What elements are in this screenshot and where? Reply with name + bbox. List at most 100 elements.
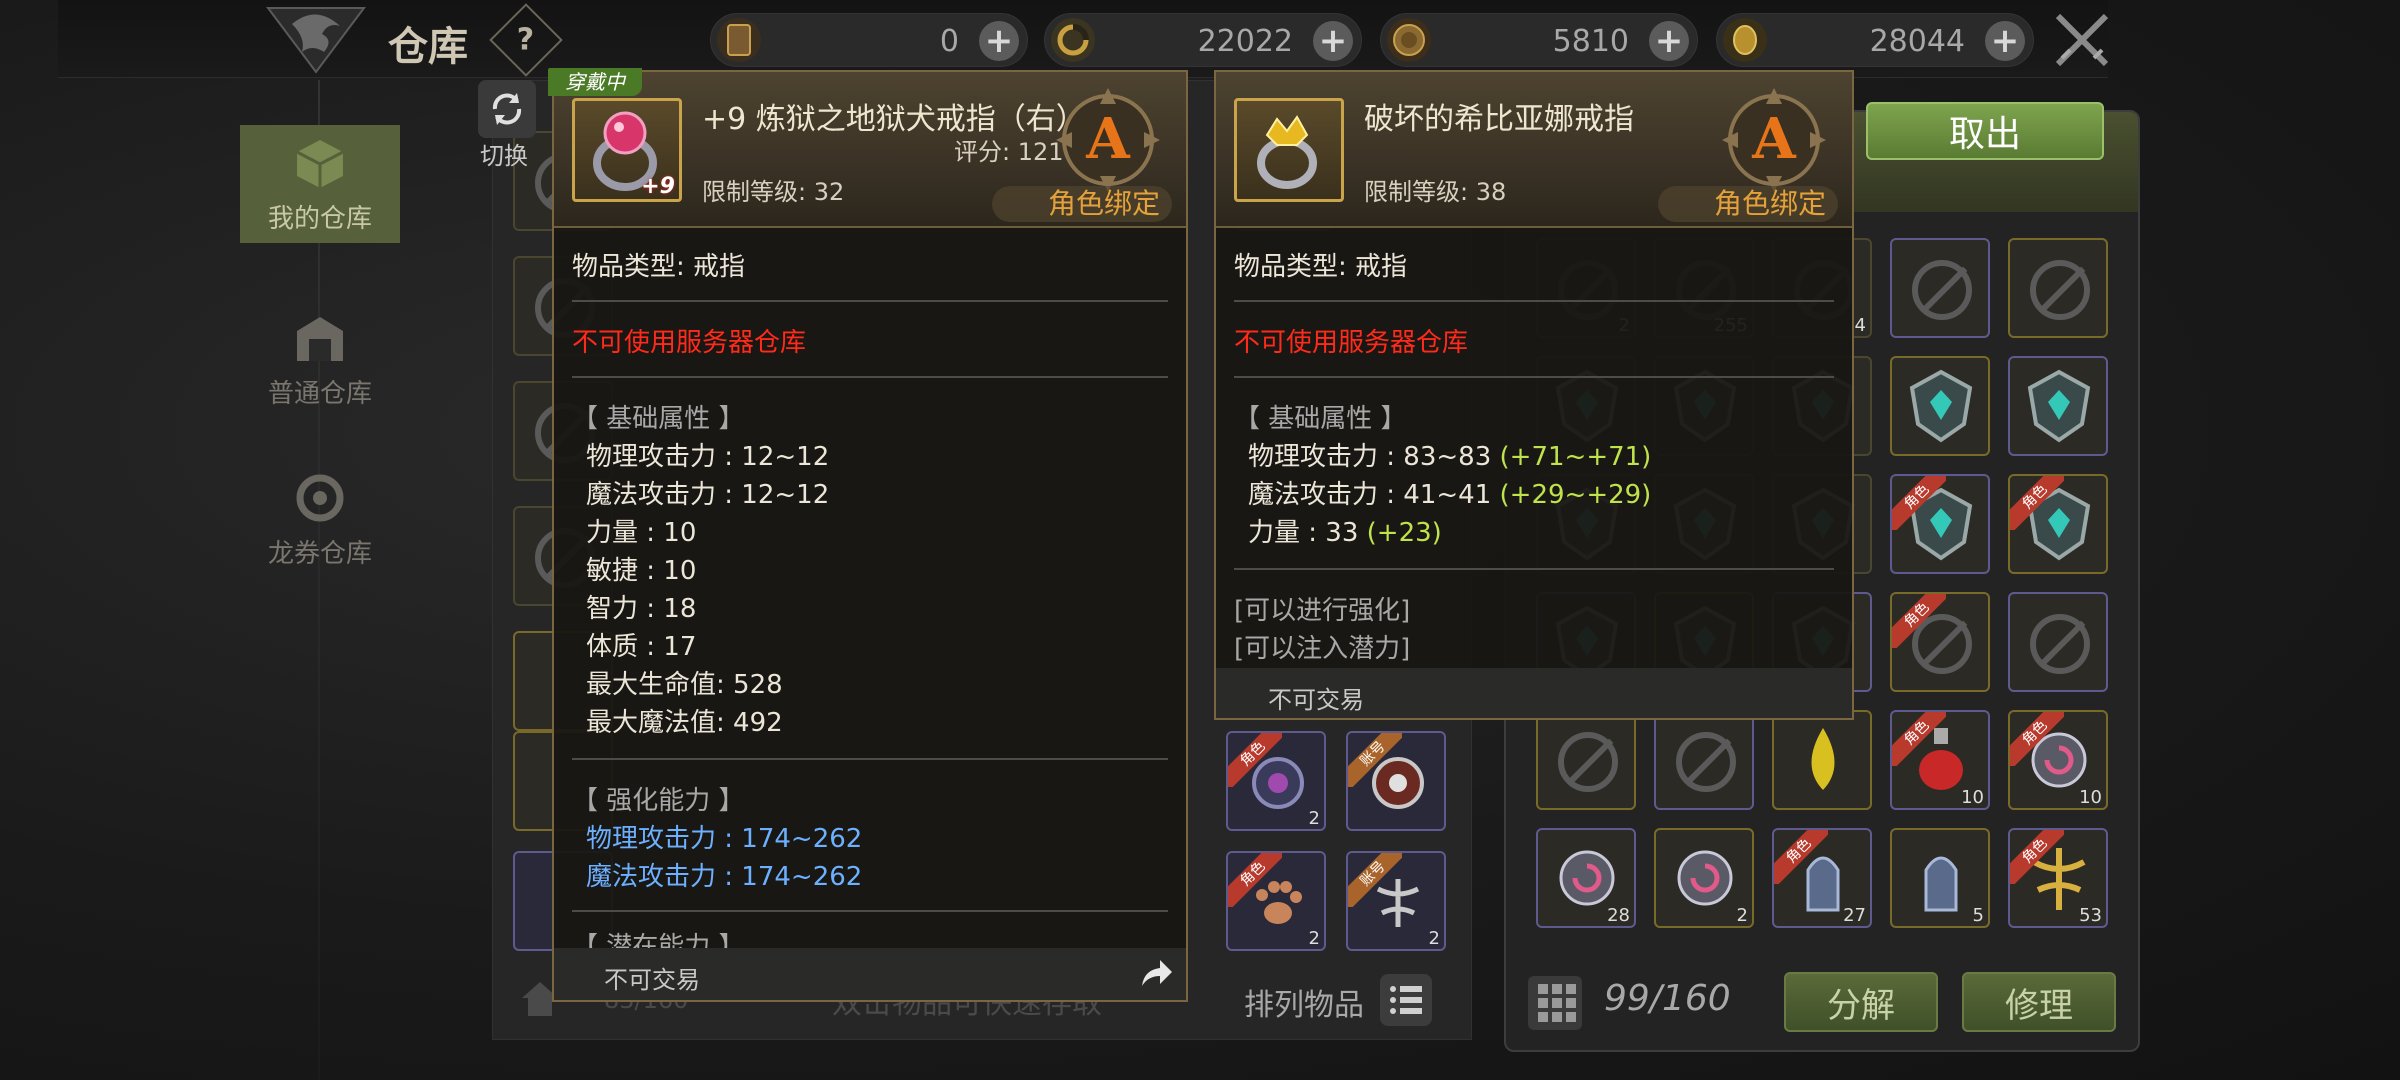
server-warehouse-warning: 不可使用服务器仓库	[1234, 328, 1469, 358]
currency-medal: 5810 +	[1380, 13, 1698, 67]
bag-slot[interactable]	[1890, 238, 1990, 338]
take-out-button[interactable]: 取出	[1866, 102, 2104, 160]
bag-slot[interactable]	[2008, 592, 2108, 692]
warehouse-building-icon	[297, 317, 343, 361]
trade-status: 不可交易	[604, 966, 700, 994]
storage-slot[interactable]: 角色 2	[1226, 731, 1326, 831]
base-stats-header: 【 基础属性 】	[1234, 404, 1407, 434]
sort-list-button[interactable]	[1380, 974, 1432, 1026]
nav-item-dragon-voucher-warehouse[interactable]: 龙券仓库	[240, 460, 400, 578]
bag-footer: 99/160 分解 修理	[1504, 958, 2140, 1052]
swirl-coin-icon	[296, 474, 344, 522]
character-bound-ribbon: 角色	[1892, 594, 1946, 648]
bind-status: 角色绑定	[992, 186, 1172, 222]
wearing-badge: 穿戴中	[548, 68, 642, 96]
stat-line: 最大生命值: 528	[586, 670, 783, 700]
storage-slot[interactable]: 账号	[1346, 731, 1446, 831]
bag-slot[interactable]: 5	[1890, 828, 1990, 928]
slot-count: 2	[1308, 928, 1320, 949]
bag-slot[interactable]	[1772, 710, 1872, 810]
add-card-button[interactable]: +	[979, 21, 1019, 61]
stat-diff: (+71~+71)	[1499, 442, 1652, 472]
slot-count: 10	[1961, 787, 1984, 808]
character-bound-ribbon: 角色	[1892, 476, 1946, 530]
enhance-stats-header: 【 强化能力 】	[572, 786, 745, 816]
slot-count: 4	[1854, 315, 1866, 336]
currency-card: 0 +	[710, 13, 1028, 67]
stat-line: 最大魔法值: 492	[586, 708, 783, 738]
gold-coin-icon	[1723, 18, 1767, 62]
slot-count: 10	[2079, 787, 2102, 808]
stat-diff: (+29~+29)	[1499, 480, 1652, 510]
add-gold-button[interactable]: +	[1985, 21, 2025, 61]
slot-count: 53	[2079, 905, 2102, 926]
bag-slot[interactable]: 角色	[2008, 474, 2108, 574]
empty-slot-icon	[1676, 732, 1736, 792]
bag-slot[interactable]	[1654, 710, 1754, 810]
bronze-medal-icon	[1387, 18, 1431, 62]
server-warehouse-warning: 不可使用服务器仓库	[572, 328, 807, 358]
add-medal-button[interactable]: +	[1649, 21, 1689, 61]
bag-slot[interactable]: 角色 10	[1890, 710, 1990, 810]
nav-item-normal-warehouse[interactable]: 普通仓库	[240, 300, 400, 418]
svg-text:A: A	[1085, 106, 1131, 172]
character-bound-ribbon: 角色	[2010, 830, 2064, 884]
bag-slot[interactable]: 角色	[1890, 474, 1990, 574]
spiral-charm-icon	[1677, 850, 1733, 906]
gold-ring-icon	[1257, 115, 1317, 189]
potential-note: [可以注入潜力]	[1234, 634, 1411, 664]
sort-items-label: 排列物品	[1244, 988, 1364, 1023]
grade-a-icon: A	[1056, 88, 1160, 192]
trade-status: 不可交易	[1268, 686, 1364, 714]
close-swords-icon[interactable]	[2052, 10, 2112, 70]
empty-slot-icon	[2030, 260, 2090, 320]
currency-swirl-value: 22022	[1197, 24, 1293, 59]
compare-item-tooltip: 破坏的希比亚娜戒指 限制等级: 38 A 角色绑定 物品类型: 戒指 不可使用服…	[1214, 70, 1854, 720]
refresh-icon	[492, 93, 522, 125]
add-swirl-button[interactable]: +	[1313, 21, 1353, 61]
bag-slot[interactable]	[1536, 710, 1636, 810]
bag-slot[interactable]: 28	[1536, 828, 1636, 928]
switch-button[interactable]	[478, 80, 536, 138]
nav-label: 龙券仓库	[267, 539, 372, 569]
enhance-level: +9	[641, 174, 675, 199]
character-bound-ribbon: 角色	[1774, 830, 1828, 884]
enhance-stat-line: 魔法攻击力 : 174~262	[586, 862, 863, 892]
nav-item-my-warehouse[interactable]: 我的仓库	[240, 125, 400, 243]
bag-slot[interactable]: 角色 27	[1772, 828, 1872, 928]
switch-label: 切换	[480, 142, 528, 170]
nav-label: 普通仓库	[267, 379, 372, 409]
storage-slot[interactable]: 账号 2	[1346, 851, 1446, 951]
list-icon	[1390, 986, 1422, 1014]
storage-slot[interactable]: 角色 2	[1226, 851, 1326, 951]
bag-slot[interactable]	[2008, 356, 2108, 456]
share-arrow-icon[interactable]	[1136, 954, 1176, 994]
item-icon: +9	[572, 98, 682, 202]
grid-view-icon[interactable]	[1528, 976, 1582, 1030]
decompose-button[interactable]: 分解	[1784, 972, 1938, 1032]
empty-slot-icon	[2030, 614, 2090, 674]
repair-button[interactable]: 修理	[1962, 972, 2116, 1032]
stat-line: 智力 : 18	[586, 594, 697, 624]
box-icon	[296, 140, 344, 188]
stat-line: 物理攻击力 : 12~12	[586, 442, 830, 472]
character-bound-ribbon: 角色	[1892, 712, 1946, 766]
bag-slot[interactable]: 2	[1654, 828, 1754, 928]
bag-slot[interactable]: 角色	[1890, 592, 1990, 692]
bag-slot[interactable]	[1890, 356, 1990, 456]
tooltip-header: +9 +9 炼狱之地狱犬戒指（右） 评分: 1210 限制等级: 32 A 角色…	[554, 72, 1186, 228]
slot-count: 2	[1308, 808, 1320, 829]
slot-count: 27	[1843, 905, 1866, 926]
bag-slot[interactable]	[2008, 238, 2108, 338]
bag-slot[interactable]: 角色 10	[2008, 710, 2108, 810]
bind-status: 角色绑定	[1658, 186, 1838, 222]
bag-slot[interactable]: 角色 53	[2008, 828, 2108, 928]
question-mark-icon: ?	[517, 22, 535, 58]
moth-pin-icon	[1376, 879, 1420, 927]
item-name: 破坏的希比亚娜戒指	[1364, 102, 1634, 137]
tooltip-header: 破坏的希比亚娜戒指 限制等级: 38 A 角色绑定	[1216, 72, 1852, 228]
item-icon	[1234, 98, 1344, 202]
tooltip-footer: 不可交易	[554, 948, 1186, 1000]
divider	[1234, 376, 1834, 378]
stat-line: 力量 : 10	[586, 518, 697, 548]
